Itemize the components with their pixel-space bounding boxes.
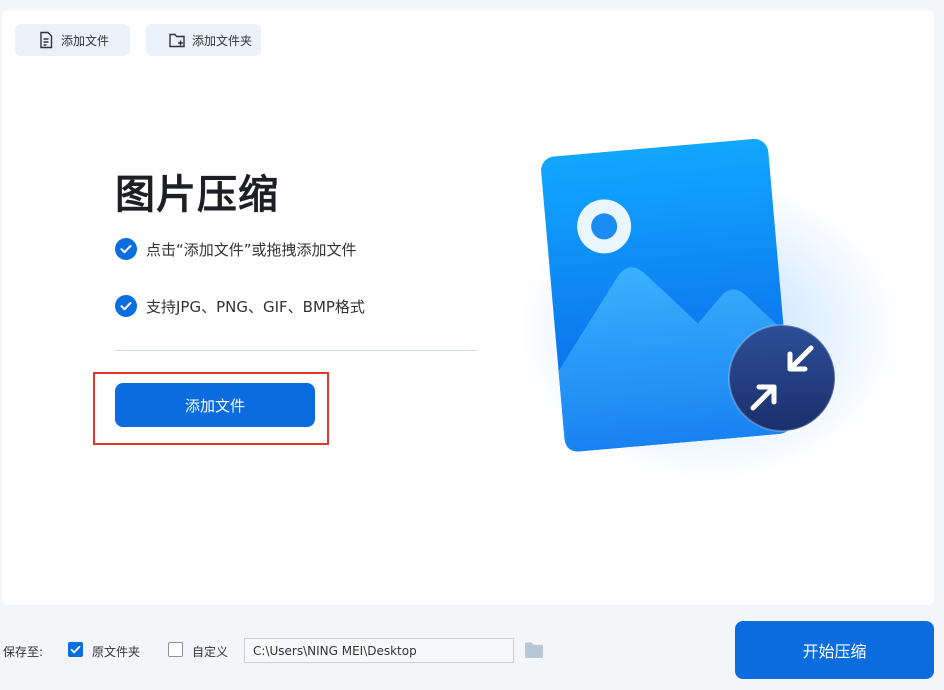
original-folder-checkbox[interactable]	[68, 642, 83, 657]
custom-path-label[interactable]: 自定义	[192, 643, 228, 660]
add-file-button[interactable]: 添加文件	[115, 383, 315, 427]
feature-text: 支持JPG、PNG、GIF、BMP格式	[146, 297, 365, 316]
feature-text: 点击“添加文件”或拖拽添加文件	[146, 240, 357, 259]
feature-item: 支持JPG、PNG、GIF、BMP格式	[115, 295, 365, 317]
check-circle-icon	[115, 295, 137, 317]
divider	[115, 350, 478, 351]
folder-icon[interactable]	[524, 641, 544, 663]
page-title: 图片压缩	[115, 172, 279, 218]
custom-path-checkbox[interactable]	[168, 642, 183, 657]
start-compress-button[interactable]: 开始压缩	[735, 621, 934, 679]
toolbar-add-folder-button[interactable]: 添加文件夹	[146, 24, 261, 56]
image-compress-illustration	[520, 110, 900, 490]
folder-plus-icon	[168, 31, 186, 49]
toolbar-add-file-label: 添加文件	[61, 33, 110, 48]
check-circle-icon	[115, 238, 137, 260]
toolbar-add-file-button[interactable]: 添加文件	[15, 24, 130, 56]
save-path-input[interactable]	[244, 638, 514, 663]
save-to-label: 保存至:	[3, 645, 44, 659]
original-folder-label[interactable]: 原文件夹	[92, 643, 140, 660]
file-plus-icon	[37, 31, 55, 49]
checkmark-icon	[70, 645, 81, 654]
feature-item: 点击“添加文件”或拖拽添加文件	[115, 238, 357, 260]
toolbar-add-folder-label: 添加文件夹	[192, 33, 253, 48]
